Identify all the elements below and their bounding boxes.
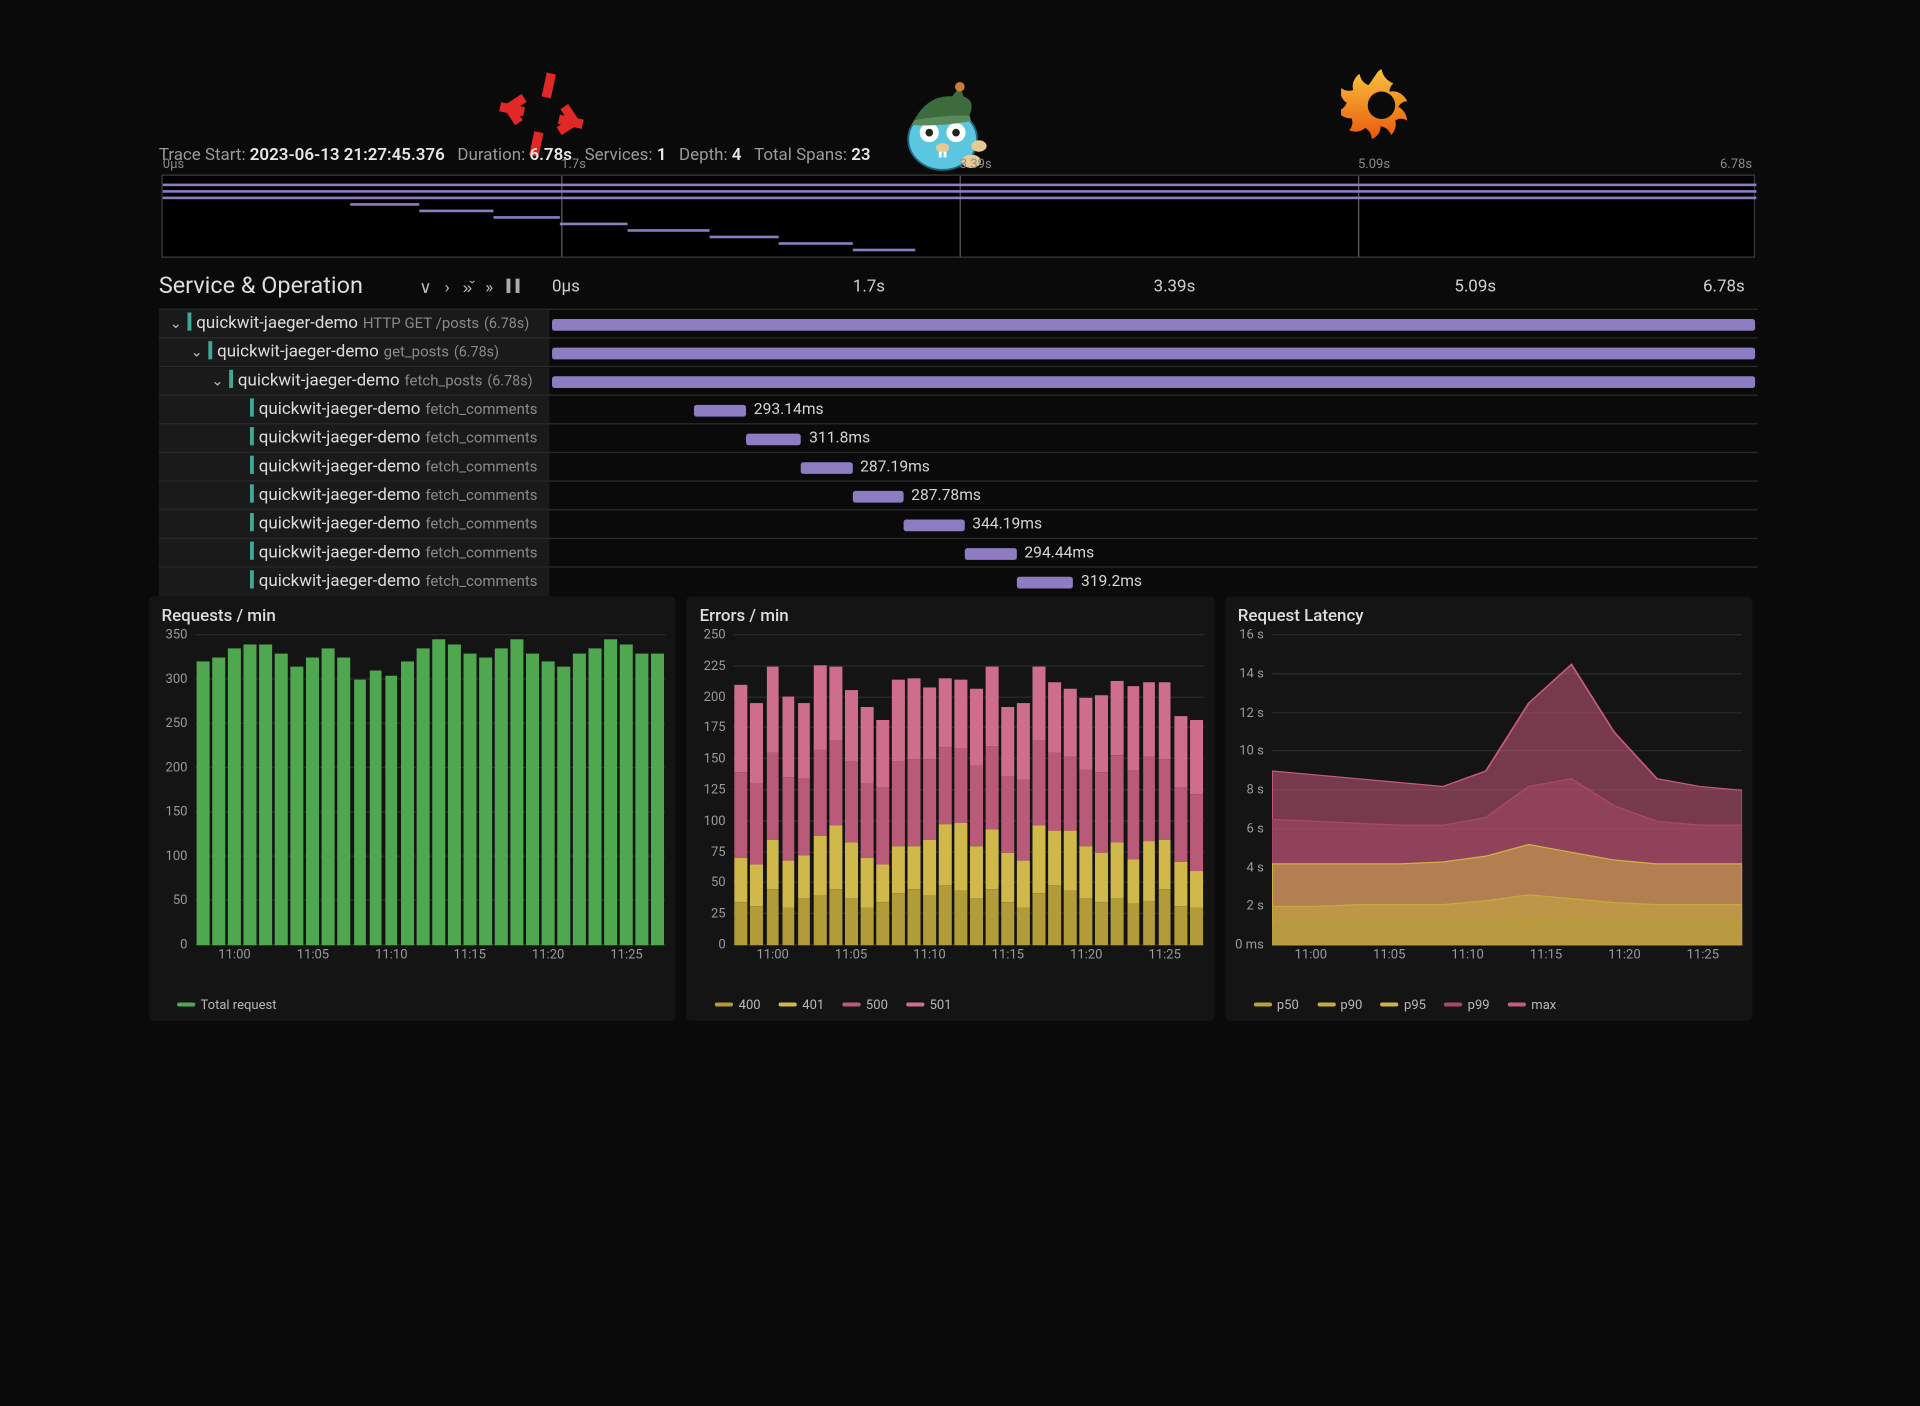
bar-plot bbox=[195, 635, 665, 945]
span-duration: (6.78s) bbox=[487, 372, 532, 389]
span-row[interactable]: quickwit-jaeger-demo fetch_comments 311.… bbox=[159, 423, 1758, 452]
spans-label: Total Spans: bbox=[754, 146, 847, 166]
service-name: quickwit-jaeger-demo bbox=[196, 314, 358, 334]
chevron-down-icon[interactable]: ⌄ bbox=[211, 372, 224, 389]
legend-item[interactable]: p90 bbox=[1317, 999, 1362, 1013]
legend-item[interactable]: 500 bbox=[842, 999, 887, 1013]
pause-icon[interactable] bbox=[506, 278, 519, 298]
span-list: ⌄ quickwit-jaeger-demo HTTP GET /posts (… bbox=[159, 309, 1758, 595]
logo-row bbox=[0, 31, 1919, 148]
span-row[interactable]: quickwit-jaeger-demo fetch_comments 293.… bbox=[159, 395, 1758, 424]
service-name: quickwit-jaeger-demo bbox=[259, 400, 421, 420]
operation-name: HTTP GET /posts bbox=[363, 314, 479, 332]
spans-value: 23 bbox=[851, 146, 870, 166]
service-name: quickwit-jaeger-demo bbox=[259, 486, 421, 506]
span-duration-label: 294.44ms bbox=[1024, 543, 1094, 561]
x-axis: 11:0011:0511:1011:1511:2011:25 bbox=[195, 948, 665, 966]
depth-label: Depth: bbox=[679, 146, 728, 166]
span-duration: (6.78s) bbox=[484, 315, 529, 332]
span-row[interactable]: quickwit-jaeger-demo fetch_comments 319.… bbox=[159, 566, 1758, 595]
panel-latency[interactable]: Request Latency 0 ms2 s4 s6 s8 s10 s12 s… bbox=[1225, 596, 1753, 1020]
span-row[interactable]: ⌄ quickwit-jaeger-demo fetch_posts (6.78… bbox=[159, 366, 1758, 395]
span-duration: (6.78s) bbox=[454, 344, 499, 361]
legend: Total request bbox=[177, 999, 276, 1013]
operation-name: fetch_comments bbox=[425, 486, 537, 504]
span-duration-label: 287.19ms bbox=[860, 457, 930, 475]
timeline-ruler: 0µs1.7s3.39s5.09s6.78s bbox=[552, 277, 1755, 303]
expand-all-icon[interactable]: » bbox=[485, 278, 493, 298]
span-row[interactable]: ⌄ quickwit-jaeger-demo HTTP GET /posts (… bbox=[159, 309, 1758, 338]
panel-title: Errors / min bbox=[687, 596, 1215, 631]
depth-value: 4 bbox=[732, 146, 742, 166]
x-axis: 11:0011:0511:1011:1511:2011:25 bbox=[733, 948, 1203, 966]
operation-name: fetch_comments bbox=[425, 400, 537, 418]
legend-item[interactable]: p50 bbox=[1253, 999, 1298, 1013]
panel-title: Requests / min bbox=[148, 596, 676, 631]
legend-item[interactable]: 400 bbox=[715, 999, 760, 1013]
operation-name: fetch_comments bbox=[425, 572, 537, 590]
legend: p50 p90 p95 p99 max bbox=[1253, 999, 1556, 1013]
services-value: 1 bbox=[657, 146, 667, 166]
y-axis: 0 ms2 s4 s6 s8 s10 s12 s14 s16 s bbox=[1225, 635, 1269, 945]
bar-plot bbox=[733, 635, 1203, 945]
service-name: quickwit-jaeger-demo bbox=[217, 342, 379, 362]
panel-title: Request Latency bbox=[1225, 596, 1753, 631]
collapse-all-icon[interactable]: »̌ bbox=[463, 277, 472, 298]
panel-requests[interactable]: Requests / min 050100150200250300350 11:… bbox=[148, 596, 676, 1020]
legend: 400 401 500 501 bbox=[715, 999, 951, 1013]
duration-label: Duration: bbox=[457, 146, 525, 166]
legend-item[interactable]: p99 bbox=[1444, 999, 1489, 1013]
chevron-down-icon[interactable]: ⌄ bbox=[169, 315, 182, 332]
expand-icon[interactable]: › bbox=[445, 278, 450, 298]
service-name: quickwit-jaeger-demo bbox=[238, 371, 400, 391]
operation-name: fetch_comments bbox=[425, 457, 537, 475]
operation-name: fetch_comments bbox=[425, 514, 537, 532]
trace-summary: Trace Start: 2023-06-13 21:27:45.376 Dur… bbox=[159, 146, 1758, 166]
span-header-row: Service & Operation ∨ › »̌ » 0µs1.7s3.39… bbox=[159, 272, 1758, 306]
span-duration-label: 287.78ms bbox=[911, 486, 981, 504]
span-row[interactable]: quickwit-jaeger-demo fetch_comments 294.… bbox=[159, 538, 1758, 567]
span-row[interactable]: quickwit-jaeger-demo fetch_comments 344.… bbox=[159, 509, 1758, 538]
collapse-icon[interactable]: ∨ bbox=[419, 278, 431, 298]
service-operation-heading: Service & Operation bbox=[159, 272, 363, 299]
area-plot bbox=[1272, 635, 1742, 945]
y-axis: 050100150200250300350 bbox=[148, 635, 192, 945]
services-label: Services: bbox=[585, 146, 653, 166]
grafana-logo bbox=[1341, 62, 1422, 148]
operation-name: get_posts bbox=[384, 342, 449, 360]
legend-item[interactable]: 501 bbox=[906, 999, 951, 1013]
chevron-down-icon[interactable]: ⌄ bbox=[190, 344, 203, 361]
span-row[interactable]: quickwit-jaeger-demo fetch_comments 287.… bbox=[159, 480, 1758, 509]
operation-name: fetch_comments bbox=[425, 543, 537, 561]
trace-start-value: 2023-06-13 21:27:45.376 bbox=[250, 146, 445, 166]
span-row[interactable]: ⌄ quickwit-jaeger-demo get_posts (6.78s) bbox=[159, 337, 1758, 366]
trace-minimap[interactable]: 0µs1.7s3.39s5.09s6.78s bbox=[161, 174, 1755, 257]
span-duration-label: 344.19ms bbox=[972, 514, 1042, 532]
panel-errors[interactable]: Errors / min 025507510012515017520022525… bbox=[687, 596, 1215, 1020]
service-name: quickwit-jaeger-demo bbox=[259, 572, 421, 592]
service-name: quickwit-jaeger-demo bbox=[259, 428, 421, 448]
span-duration-label: 293.14ms bbox=[754, 400, 824, 418]
span-duration-label: 311.8ms bbox=[809, 428, 870, 446]
operation-name: fetch_posts bbox=[404, 371, 482, 389]
operation-name: fetch_comments bbox=[425, 428, 537, 446]
legend-item[interactable]: 401 bbox=[779, 999, 824, 1013]
y-axis: 0255075100125150175200225250 bbox=[687, 635, 731, 945]
span-duration-label: 319.2ms bbox=[1081, 572, 1142, 590]
legend-item[interactable]: max bbox=[1508, 999, 1556, 1013]
service-name: quickwit-jaeger-demo bbox=[259, 457, 421, 477]
span-row[interactable]: quickwit-jaeger-demo fetch_comments 287.… bbox=[159, 452, 1758, 481]
x-axis: 11:0011:0511:1011:1511:2011:25 bbox=[1272, 948, 1742, 966]
legend-item[interactable]: p95 bbox=[1381, 999, 1426, 1013]
service-name: quickwit-jaeger-demo bbox=[259, 543, 421, 563]
service-name: quickwit-jaeger-demo bbox=[259, 514, 421, 534]
legend-item[interactable]: Total request bbox=[177, 999, 276, 1013]
